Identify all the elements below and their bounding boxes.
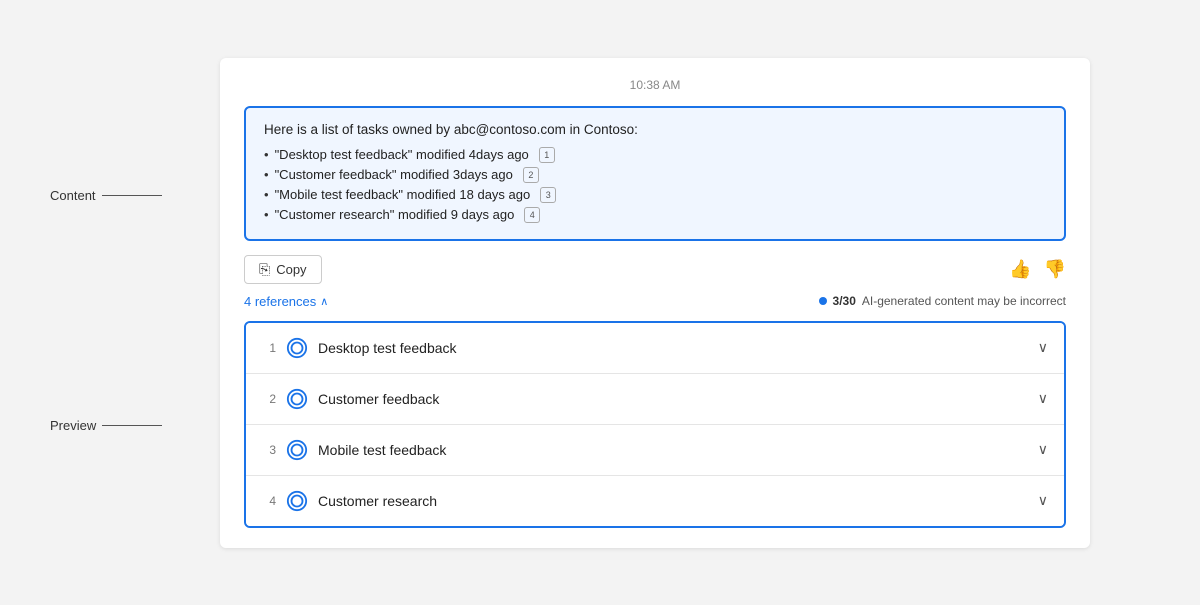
task-icon bbox=[286, 490, 308, 512]
content-label: Content bbox=[50, 188, 96, 203]
preview-label: Preview bbox=[50, 418, 96, 433]
task-item: "Customer research" modified 9 days ago4 bbox=[264, 205, 1046, 225]
task-icon bbox=[286, 337, 308, 359]
task-item: "Customer feedback" modified 3days ago2 bbox=[264, 165, 1046, 185]
ref-badge: 4 bbox=[524, 207, 540, 223]
preview-label-line bbox=[102, 425, 162, 426]
reference-item[interactable]: 4 Customer research ∨ bbox=[246, 476, 1064, 526]
preview-label-row: Preview bbox=[50, 418, 162, 433]
task-item: "Desktop test feedback" modified 4days a… bbox=[264, 145, 1046, 165]
chevron-down-icon: ∨ bbox=[1038, 390, 1048, 407]
labels-area: Content Preview bbox=[50, 58, 160, 548]
thumbs-down-button[interactable]: 👎 bbox=[1044, 259, 1066, 280]
chevron-down-icon: ∨ bbox=[1038, 441, 1048, 458]
reference-item[interactable]: 1 Desktop test feedback ∨ bbox=[246, 323, 1064, 374]
copy-icon: ⎘ bbox=[259, 261, 270, 278]
copy-button-label: Copy bbox=[276, 262, 306, 277]
references-row: 4 references ∧ 3/30 AI-generated content… bbox=[244, 294, 1066, 309]
ref-badge: 1 bbox=[539, 147, 555, 163]
ref-item-title: Desktop test feedback bbox=[318, 340, 457, 356]
ref-item-number: 2 bbox=[262, 392, 276, 406]
status-counter: 3/30 bbox=[833, 294, 856, 308]
main-panel: 10:38 AM Here is a list of tasks owned b… bbox=[220, 58, 1090, 548]
ai-status-text: AI-generated content may be incorrect bbox=[862, 294, 1066, 308]
message-intro: Here is a list of tasks owned by abc@con… bbox=[264, 122, 1046, 137]
outer-wrapper: Content Preview 10:38 AM Here is a list … bbox=[50, 58, 1150, 548]
actions-row: ⎘ Copy 👍 👎 bbox=[244, 255, 1066, 284]
references-count: 4 references bbox=[244, 294, 316, 309]
status-dot bbox=[819, 297, 827, 305]
task-icon bbox=[286, 439, 308, 461]
reference-item[interactable]: 3 Mobile test feedback ∨ bbox=[246, 425, 1064, 476]
ai-status: 3/30 AI-generated content may be incorre… bbox=[819, 294, 1066, 308]
ref-item-title: Customer feedback bbox=[318, 391, 439, 407]
copy-button[interactable]: ⎘ Copy bbox=[244, 255, 322, 284]
feedback-icons: 👍 👎 bbox=[1009, 259, 1066, 280]
reference-item[interactable]: 2 Customer feedback ∨ bbox=[246, 374, 1064, 425]
task-list: "Desktop test feedback" modified 4days a… bbox=[264, 145, 1046, 225]
content-label-row: Content bbox=[50, 188, 162, 203]
references-toggle[interactable]: 4 references ∧ bbox=[244, 294, 328, 309]
ref-item-number: 3 bbox=[262, 443, 276, 457]
content-label-line bbox=[102, 195, 162, 196]
ref-badge: 2 bbox=[523, 167, 539, 183]
ref-item-number: 4 bbox=[262, 494, 276, 508]
task-icon bbox=[286, 388, 308, 410]
chevron-down-icon: ∨ bbox=[1038, 492, 1048, 509]
ref-item-number: 1 bbox=[262, 341, 276, 355]
chevron-up-icon: ∧ bbox=[320, 295, 328, 308]
message-box: Here is a list of tasks owned by abc@con… bbox=[244, 106, 1066, 241]
references-panel: 1 Desktop test feedback ∨ 2 Customer feedbac… bbox=[244, 321, 1066, 528]
task-item: "Mobile test feedback" modified 18 days … bbox=[264, 185, 1046, 205]
ref-item-title: Mobile test feedback bbox=[318, 442, 446, 458]
timestamp: 10:38 AM bbox=[244, 78, 1066, 92]
chevron-down-icon: ∨ bbox=[1038, 339, 1048, 356]
thumbs-up-button[interactable]: 👍 bbox=[1009, 259, 1031, 280]
ref-item-title: Customer research bbox=[318, 493, 437, 509]
ref-badge: 3 bbox=[540, 187, 556, 203]
